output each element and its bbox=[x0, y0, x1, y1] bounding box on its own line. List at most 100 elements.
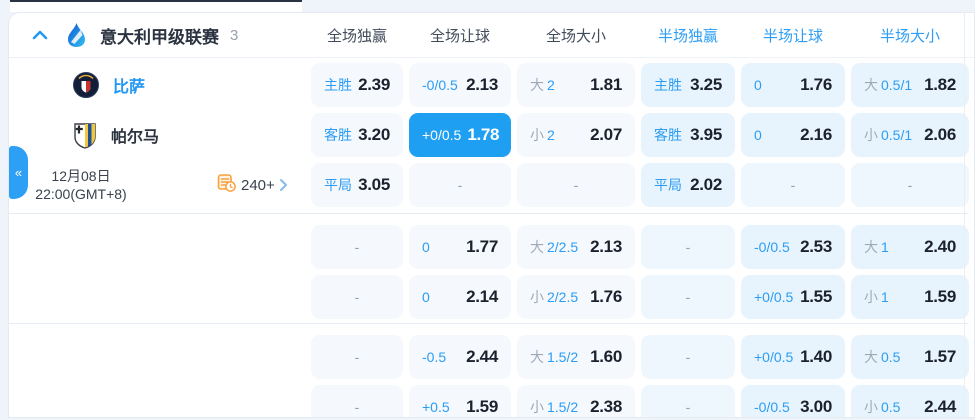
odds-label: 小1 bbox=[864, 287, 889, 307]
odds-value: 1.59 bbox=[924, 287, 956, 306]
pisa-badge-icon bbox=[73, 72, 99, 98]
away-team-row[interactable]: 帕尔马 bbox=[9, 113, 974, 157]
column-header-ft-overunder: 全场大小 bbox=[545, 27, 606, 45]
away-team-name: 帕尔马 bbox=[111, 129, 160, 146]
odds-label-prefix: 大 bbox=[864, 349, 878, 365]
odds-label: 大 0.5 bbox=[864, 347, 900, 367]
right-edge-divider bbox=[964, 13, 965, 417]
odds-label-line: -0/0.5 bbox=[754, 239, 790, 255]
odds-cell-empty: - bbox=[641, 385, 735, 417]
column-header-ft-1x2: 全场独赢 bbox=[326, 27, 387, 45]
odds-dash: - bbox=[354, 239, 360, 255]
row-left-spacer bbox=[17, 275, 305, 319]
odds-label: 小 0.5 bbox=[864, 397, 900, 417]
chevron-up-icon[interactable] bbox=[31, 28, 49, 42]
odds-label: 大 1.5/2 bbox=[530, 347, 578, 367]
odds-cell[interactable]: -0/0.5 2.53 bbox=[741, 225, 845, 269]
collapse-left-icon: « bbox=[14, 165, 23, 180]
odds-cell[interactable]: +0.5 1.59 bbox=[409, 385, 511, 417]
home-team-row[interactable]: 比萨 bbox=[9, 63, 974, 107]
odds-cell-empty: - bbox=[311, 385, 403, 417]
odds-dash: - bbox=[354, 289, 360, 305]
home-team-name: 比萨 bbox=[113, 79, 146, 96]
odds-cell-empty: - bbox=[641, 335, 735, 379]
chevron-right-icon bbox=[279, 178, 288, 192]
odds-dash: - bbox=[685, 399, 691, 415]
odds-label: 0 bbox=[422, 289, 430, 305]
odds-label: +0/0.5 bbox=[754, 289, 793, 305]
odds-value: 1.60 bbox=[590, 347, 622, 366]
odds-body: « 主胜 2.39 -0/0.5 2.13 大 2 1.81 主胜 3.25 0 1.76 大 0.5/… bbox=[9, 58, 974, 417]
odds-cell[interactable]: +0/0.5 1.40 bbox=[741, 335, 845, 379]
odds-label: -0.5 bbox=[422, 349, 446, 365]
odds-groups: 主胜 2.39 -0/0.5 2.13 大 2 1.81 主胜 3.25 0 1.76 大 0.5/1 1… bbox=[9, 58, 974, 417]
odds-cell[interactable]: 0 1.77 bbox=[409, 225, 511, 269]
odds-cell[interactable]: -0/0.5 3.00 bbox=[741, 385, 845, 417]
odds-value: 2.14 bbox=[466, 287, 498, 306]
odds-row: -0 2.14 小 2/2.5 1.76- +0/0.5 1.55 小 1 1.59 bbox=[9, 275, 974, 319]
odds-value: 1.57 bbox=[924, 347, 956, 366]
column-header-ht-1x2: 半场独赢 bbox=[657, 27, 718, 45]
parma-badge-icon bbox=[73, 122, 97, 149]
odds-value: 1.76 bbox=[590, 287, 622, 306]
league-cell: 意大利甲级联赛 3 bbox=[17, 22, 305, 48]
odds-label-prefix: 大 bbox=[530, 239, 544, 255]
odds-value: 1.55 bbox=[800, 287, 832, 306]
odds-cell[interactable]: 小 2/2.5 1.76 bbox=[517, 275, 635, 319]
odds-dash: - bbox=[685, 289, 691, 305]
odds-cell[interactable]: +0/0.5 1.55 bbox=[741, 275, 845, 319]
row-left-spacer bbox=[17, 385, 305, 417]
odds-dash: - bbox=[354, 349, 360, 365]
odds-label: 小 2/2.5 bbox=[530, 287, 578, 307]
league-header-row[interactable]: 意大利甲级联赛 3 全场独赢 全场让球 全场大小 半场独赢 半场让球 半场大小 bbox=[9, 13, 974, 58]
row-left-spacer bbox=[17, 335, 305, 379]
odds-label-prefix: 小 bbox=[530, 289, 544, 305]
odds-cell-empty: - bbox=[311, 225, 403, 269]
odds-label-line: 0 bbox=[422, 239, 430, 255]
markets-count-icon bbox=[217, 173, 236, 197]
odds-label-line: 2/2.5 bbox=[547, 239, 579, 255]
odds-value: 2.53 bbox=[800, 237, 832, 256]
odds-label-prefix: 大 bbox=[864, 239, 878, 255]
odds-label: -0/0.5 bbox=[754, 399, 790, 415]
odds-cell[interactable]: 小 1.5/2 2.38 bbox=[517, 385, 635, 417]
odds-cell[interactable]: 大 1.5/2 1.60 bbox=[517, 335, 635, 379]
odds-label: 大 2/2.5 bbox=[530, 237, 578, 257]
match-date: 12月08日 bbox=[51, 168, 111, 184]
odds-dash: - bbox=[685, 239, 691, 255]
odds-cell-empty: - bbox=[641, 225, 735, 269]
odds-value: 2.40 bbox=[924, 237, 956, 256]
odds-label-prefix: 大 bbox=[530, 349, 544, 365]
odds-label-line: +0/0.5 bbox=[754, 349, 794, 365]
odds-label-line: +0/0.5 bbox=[754, 289, 794, 305]
odds-label: +0.5 bbox=[422, 399, 450, 415]
odds-label-line: +0.5 bbox=[422, 399, 450, 415]
odds-label-prefix: 小 bbox=[530, 399, 544, 415]
odds-label: 0 bbox=[422, 239, 430, 255]
odds-value: 3.00 bbox=[800, 397, 832, 416]
odds-label-line: -0.5 bbox=[422, 349, 447, 365]
sidebar-collapse-tab[interactable]: « bbox=[9, 146, 28, 199]
odds-row: -0 1.77 大 2/2.5 2.13- -0/0.5 2.53 大 1 2.40 bbox=[9, 225, 974, 269]
match-meta-row: 12月08日 22:00(GMT+8) 240+ bbox=[9, 163, 974, 207]
odds-label-line: 1.5/2 bbox=[547, 349, 579, 365]
odds-cell[interactable]: 小 1 1.59 bbox=[851, 275, 969, 319]
column-header-ft-handicap: 全场让球 bbox=[429, 27, 490, 45]
match-time: 22:00(GMT+8) bbox=[35, 186, 127, 202]
odds-cell[interactable]: -0.5 2.44 bbox=[409, 335, 511, 379]
odds-label-prefix: 小 bbox=[864, 289, 878, 305]
odds-value: 2.13 bbox=[590, 237, 622, 256]
odds-cell[interactable]: 大 0.5 1.57 bbox=[851, 335, 969, 379]
more-markets-link[interactable]: 240+ bbox=[217, 173, 288, 197]
league-panel: 意大利甲级联赛 3 全场独赢 全场让球 全场大小 半场独赢 半场让球 半场大小 … bbox=[8, 12, 975, 418]
odds-label: 小 1.5/2 bbox=[530, 397, 578, 417]
group-divider bbox=[9, 213, 968, 214]
odds-label-line: 1 bbox=[881, 289, 889, 305]
column-header-ht-overunder: 半场大小 bbox=[879, 27, 940, 45]
odds-cell[interactable]: 0 2.14 bbox=[409, 275, 511, 319]
odds-label-line: 2/2.5 bbox=[547, 289, 579, 305]
odds-cell-empty: - bbox=[641, 275, 735, 319]
odds-cell[interactable]: 大 1 2.40 bbox=[851, 225, 969, 269]
odds-cell[interactable]: 大 2/2.5 2.13 bbox=[517, 225, 635, 269]
odds-cell[interactable]: 小 0.5 2.44 bbox=[851, 385, 969, 417]
